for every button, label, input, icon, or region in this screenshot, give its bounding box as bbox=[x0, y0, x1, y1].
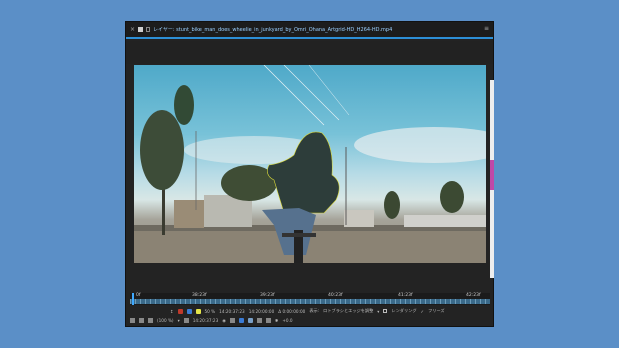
snapshot-icon[interactable] bbox=[130, 318, 135, 323]
view-label: 表示: bbox=[309, 308, 320, 313]
video-scene bbox=[134, 65, 486, 263]
chevron-down-icon[interactable]: ▾ bbox=[178, 318, 180, 323]
magnification-select[interactable]: (100 %) bbox=[157, 318, 174, 323]
toolbar-top: ↕ 50 % 14:20:37:23 14:20:00:00 Δ 0:00:00… bbox=[130, 307, 490, 315]
playhead[interactable] bbox=[132, 293, 134, 305]
blue-box-icon[interactable] bbox=[238, 318, 244, 323]
video-frame bbox=[134, 65, 486, 263]
rendering-checkbox[interactable] bbox=[383, 309, 388, 313]
layer-panel: × レイヤー: stunt_bike_man_does_wheelie_in_j… bbox=[125, 21, 494, 327]
zoom-value[interactable]: 50 % bbox=[205, 309, 216, 314]
panel-menu-icon[interactable]: ≡ bbox=[484, 25, 489, 32]
panel-tab[interactable]: × レイヤー: stunt_bike_man_does_wheelie_in_j… bbox=[126, 22, 493, 39]
region-icon[interactable] bbox=[247, 318, 253, 323]
chevron-down-icon[interactable]: ▾ bbox=[377, 309, 379, 314]
alpha-icon[interactable]: ↕ bbox=[170, 309, 174, 314]
toolbar-bottom: (100 %) ▾ 14:20:37:23 ◉ ✱ +0.0 bbox=[130, 316, 490, 325]
camera-icon[interactable]: ◉ bbox=[222, 318, 226, 323]
edge-highlight bbox=[490, 160, 494, 190]
lock-icon[interactable] bbox=[146, 27, 151, 32]
timeline-label: 41:23f bbox=[398, 293, 413, 298]
reset-icon[interactable]: ✱ bbox=[275, 318, 279, 323]
edge-strip bbox=[490, 80, 494, 278]
panel-title: レイヤー: stunt_bike_man_does_wheelie_in_jun… bbox=[153, 27, 393, 33]
timecode-in[interactable]: 14:20:37:23 bbox=[219, 309, 245, 314]
display-icon[interactable] bbox=[139, 318, 144, 323]
duration: Δ 0:00:00:00 bbox=[278, 308, 306, 314]
timeline-label: 39:23f bbox=[260, 293, 275, 298]
timeline-ruler[interactable]: 0f 38:23f 39:23f 40:23f 41:23f 42:23f bbox=[130, 293, 490, 305]
close-icon[interactable]: × bbox=[130, 26, 135, 33]
layer-color-icon bbox=[138, 27, 144, 32]
timecode-out[interactable]: 14:20:00:00 bbox=[249, 309, 275, 314]
freeze-button[interactable]: フリーズ bbox=[428, 308, 445, 314]
checkmark-icon: ✓ bbox=[420, 308, 425, 314]
rendering-label: レンダリング bbox=[391, 308, 417, 313]
yellow-overlay-icon[interactable] bbox=[195, 308, 201, 314]
red-channel-icon[interactable] bbox=[177, 308, 183, 314]
view-select[interactable]: ロトブラシとエッジを調整 bbox=[323, 308, 373, 314]
transparency-grid-icon[interactable] bbox=[256, 318, 262, 323]
timeline-label: 42:23f bbox=[466, 293, 481, 298]
timeline-ticks bbox=[130, 299, 490, 304]
panel-header-area bbox=[126, 41, 493, 64]
timeline-label: 0f bbox=[136, 293, 141, 298]
timeline-label: 40:23f bbox=[328, 293, 343, 298]
exposure-value[interactable]: +0.0 bbox=[282, 318, 292, 323]
grid-icon[interactable] bbox=[148, 318, 153, 323]
timeline-label: 38:23f bbox=[192, 293, 207, 298]
blue-channel-icon[interactable] bbox=[186, 308, 192, 314]
channel-icon[interactable] bbox=[229, 318, 235, 323]
current-time[interactable]: 14:20:37:23 bbox=[193, 318, 219, 323]
mask-icon[interactable] bbox=[265, 318, 271, 323]
fit-icon[interactable] bbox=[183, 318, 189, 323]
